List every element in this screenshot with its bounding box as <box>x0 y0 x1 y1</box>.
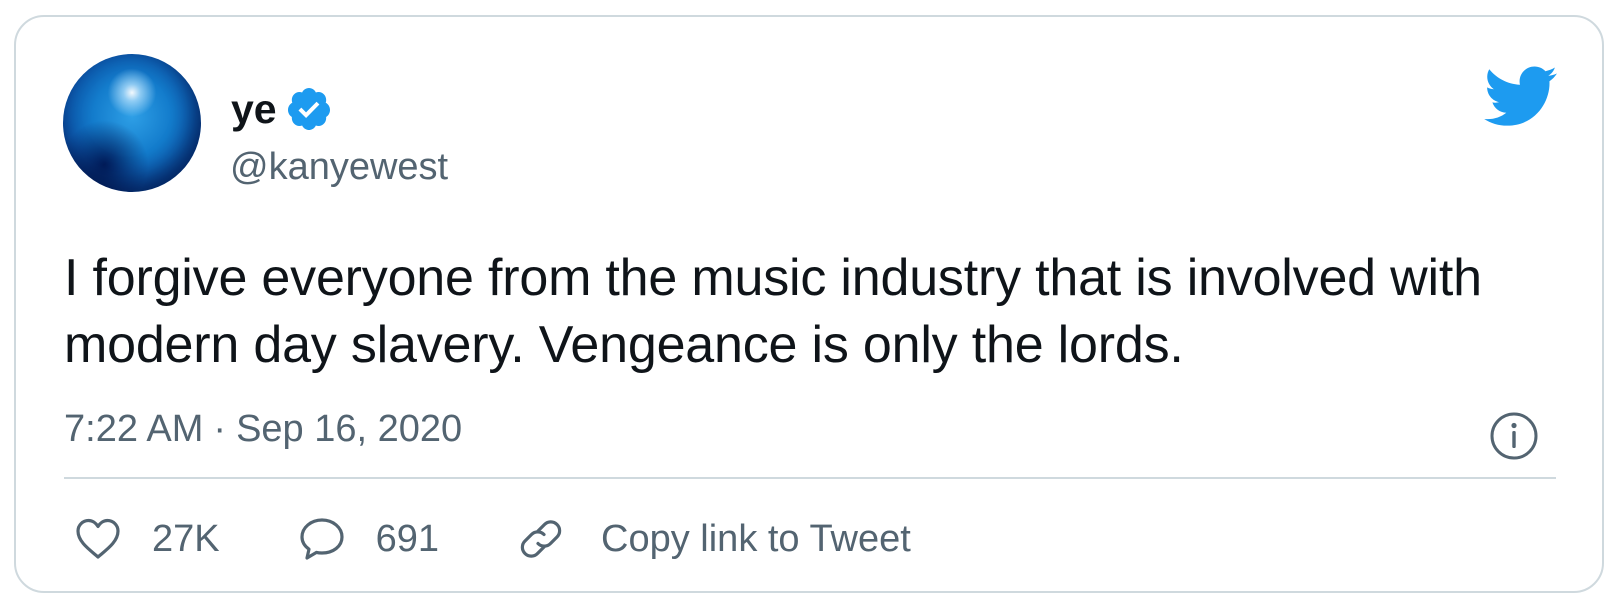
tweet-card: ye @kanyewest I forgive everyone from th… <box>14 15 1604 593</box>
tweet-timestamp[interactable]: 7:22 AM · Sep 16, 2020 <box>64 408 462 451</box>
tweet-date[interactable]: Sep 16, 2020 <box>236 408 462 450</box>
author-handle[interactable]: @kanyewest <box>230 146 448 189</box>
reply-button[interactable]: 691 <box>298 516 439 562</box>
heart-icon <box>76 518 120 559</box>
twitter-bird-icon[interactable] <box>1484 65 1558 129</box>
display-name[interactable]: ye <box>231 88 277 130</box>
author-name-row: ye <box>231 85 333 133</box>
tweet-time[interactable]: 7:22 AM <box>64 408 203 450</box>
avatar[interactable] <box>63 54 201 192</box>
copy-link-button[interactable]: Copy link to Tweet <box>517 515 911 563</box>
divider <box>64 477 1556 479</box>
info-icon[interactable] <box>1488 410 1540 462</box>
like-count: 27K <box>152 517 220 560</box>
copy-link-label: Copy link to Tweet <box>601 517 911 560</box>
speech-bubble-icon <box>300 518 344 560</box>
timestamp-separator: · <box>213 408 227 450</box>
like-button[interactable]: 27K <box>74 517 220 561</box>
link-icon <box>520 520 562 558</box>
reply-count: 691 <box>375 517 440 560</box>
verified-badge-icon <box>287 88 330 130</box>
tweet-text: I forgive everyone from the music indust… <box>64 249 1482 374</box>
tweet-actions: 27K 691 Copy link to Tweet <box>74 509 911 569</box>
